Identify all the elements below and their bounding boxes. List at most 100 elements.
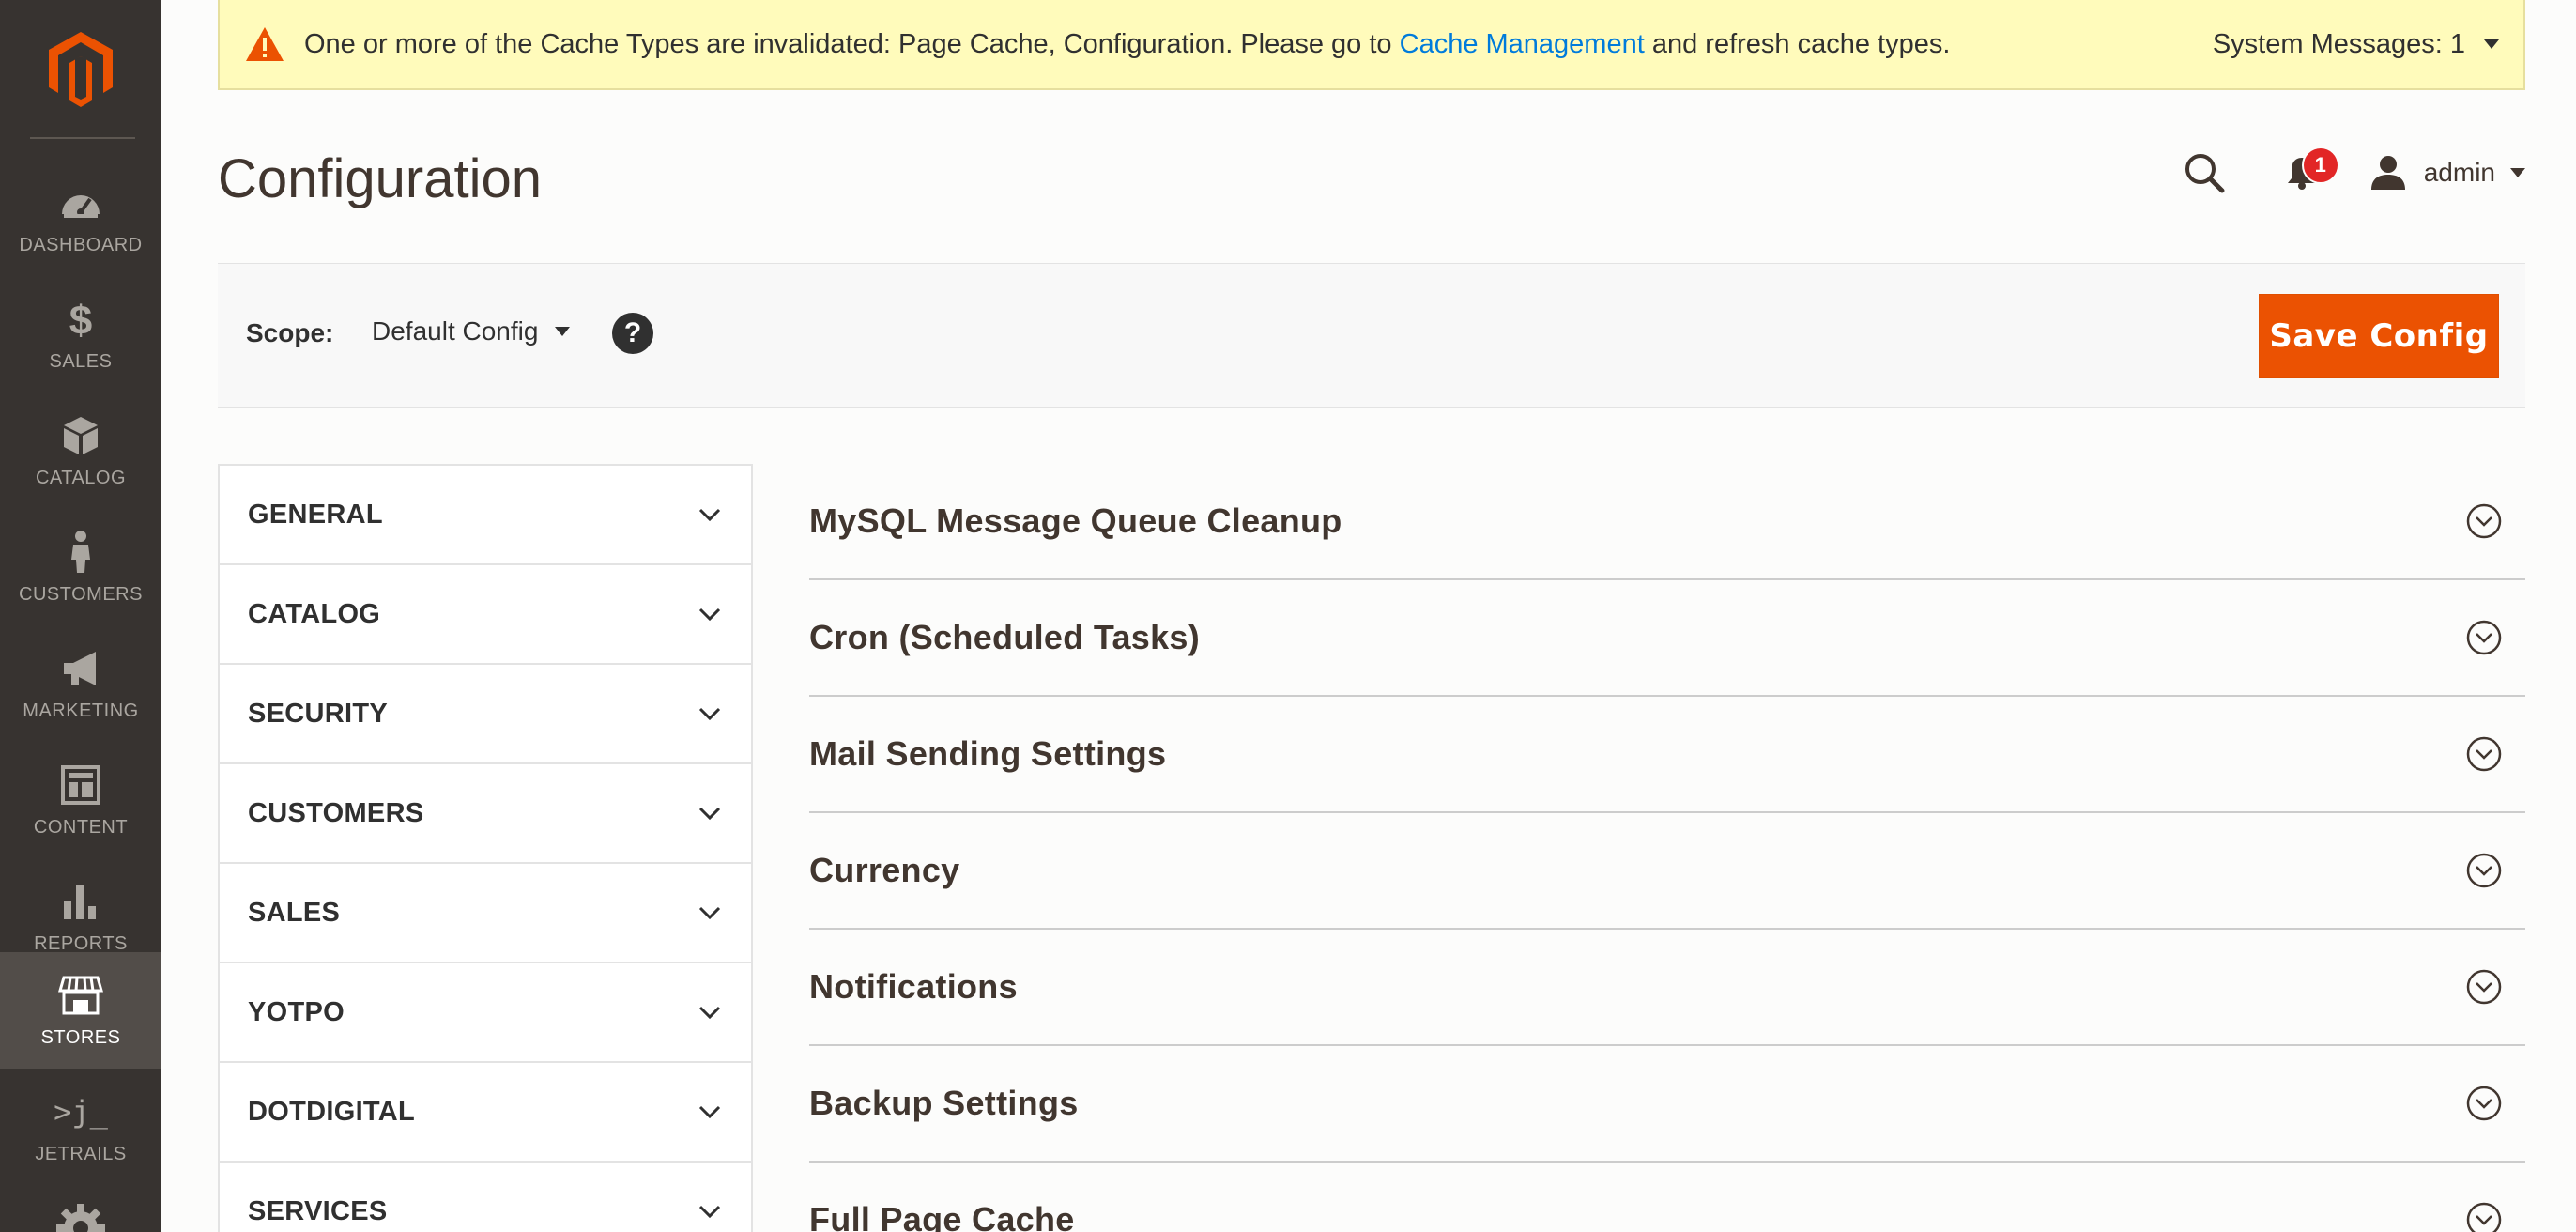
menu-item-content[interactable]: CONTENT — [0, 742, 161, 858]
expand-circle-icon — [2466, 736, 2502, 772]
megaphone-icon — [58, 646, 103, 691]
tab-label: GENERAL — [248, 499, 383, 530]
user-name: admin — [2423, 158, 2495, 187]
header-actions: 1 admin — [2178, 141, 2525, 205]
section-mysql-message-queue-cleanup[interactable]: MySQL Message Queue Cleanup — [809, 464, 2525, 580]
gear-icon[interactable] — [56, 1204, 105, 1232]
section-full-page-cache[interactable]: Full Page Cache — [809, 1163, 2525, 1232]
section-backup-settings[interactable]: Backup Settings — [809, 1046, 2525, 1163]
expand-circle-icon — [2466, 1202, 2502, 1232]
save-config-button[interactable]: Save Config — [2259, 294, 2499, 378]
page-actions-toolbar: Scope: Default Config ? Save Config — [218, 263, 2525, 408]
chevron-down-icon — [2484, 39, 2499, 49]
jetrails-glyph: >j_ — [54, 1093, 108, 1130]
chevron-down-icon — [698, 608, 721, 622]
chevron-down-icon — [698, 508, 721, 522]
config-sections: MySQL Message Queue Cleanup Cron (Schedu… — [809, 464, 2525, 1232]
tab-security[interactable]: SECURITY — [220, 665, 751, 764]
scope-switcher[interactable]: Default Config — [372, 316, 571, 346]
menu-item-stores[interactable]: STORES — [0, 952, 161, 1069]
menu-label: MARKETING — [23, 700, 139, 721]
section-title: Notifications — [809, 967, 1018, 1006]
expand-circle-icon — [2466, 853, 2502, 888]
menu-item-sales[interactable]: $ SALES — [0, 276, 161, 393]
dashboard-icon — [58, 180, 103, 225]
system-message-suffix: and refresh cache types. — [1644, 28, 1951, 59]
section-notifications[interactable]: Notifications — [809, 930, 2525, 1046]
menu-item-marketing[interactable]: MARKETING — [0, 625, 161, 742]
bar-chart-icon — [58, 879, 103, 924]
menu-item-dashboard[interactable]: DASHBOARD — [0, 160, 161, 276]
system-message-bar: One or more of the Cache Types are inval… — [218, 0, 2525, 90]
chevron-down-icon — [698, 906, 721, 920]
scope-label: Scope: — [246, 318, 334, 347]
terminal-icon: >j_ — [54, 1089, 108, 1134]
menu-divider — [30, 137, 135, 139]
chevron-down-icon — [698, 1105, 721, 1119]
menu-label: CATALOG — [35, 467, 127, 488]
chevron-down-icon — [698, 1006, 721, 1020]
menu-item-customers[interactable]: CUSTOMERS — [0, 509, 161, 625]
menu-label: STORES — [40, 1026, 121, 1048]
expand-circle-icon — [2466, 1086, 2502, 1121]
tab-label: CUSTOMERS — [248, 797, 424, 828]
menu-label: SALES — [49, 350, 113, 372]
chevron-down-icon — [555, 327, 571, 336]
help-icon[interactable]: ? — [612, 313, 653, 354]
magento-logo[interactable] — [0, 0, 161, 137]
notification-badge: 1 — [2301, 146, 2339, 184]
section-title: Full Page Cache — [809, 1200, 1075, 1232]
tab-label: SECURITY — [248, 698, 389, 729]
section-currency[interactable]: Currency — [809, 813, 2525, 930]
tab-services[interactable]: SERVICES — [220, 1163, 751, 1232]
tab-label: DOTDIGITAL — [248, 1096, 416, 1127]
storefront-icon — [58, 973, 103, 1018]
menu-item-catalog[interactable]: CATALOG — [0, 393, 161, 509]
chevron-down-icon — [698, 1205, 721, 1219]
section-title: Mail Sending Settings — [809, 734, 1167, 773]
tab-label: SERVICES — [248, 1195, 388, 1226]
dollar-icon: $ — [58, 297, 103, 342]
menu-label: DASHBOARD — [19, 234, 143, 255]
system-messages-count: System Messages: 1 — [2212, 28, 2465, 59]
chevron-down-icon — [698, 807, 721, 821]
system-message-prefix: One or more of the Cache Types are inval… — [304, 28, 1400, 59]
tab-label: YOTPO — [248, 996, 345, 1027]
section-mail-sending-settings[interactable]: Mail Sending Settings — [809, 697, 2525, 813]
config-tabs: GENERAL CATALOG SECURITY CUSTOMERS SALES… — [218, 464, 753, 1232]
search-button[interactable] — [2178, 146, 2231, 199]
section-title: Cron (Scheduled Tasks) — [809, 618, 1201, 656]
menu-label: CUSTOMERS — [19, 583, 143, 605]
user-menu[interactable]: admin — [2369, 154, 2525, 192]
menu-label: CONTENT — [33, 816, 129, 838]
chevron-down-icon — [2510, 168, 2525, 177]
admin-menu: DASHBOARD $ SALES CATALOG CUSTOMERS MARK… — [0, 0, 161, 1232]
section-title: MySQL Message Queue Cleanup — [809, 501, 1342, 540]
help-glyph: ? — [623, 317, 642, 348]
tab-label: SALES — [248, 897, 341, 928]
tab-dotdigital[interactable]: DOTDIGITAL — [220, 1063, 751, 1163]
magento-logo-icon — [49, 32, 113, 107]
tab-sales[interactable]: SALES — [220, 864, 751, 963]
search-icon — [2185, 154, 2225, 193]
user-icon — [2370, 156, 2405, 190]
tab-customers[interactable]: CUSTOMERS — [220, 764, 751, 864]
section-cron[interactable]: Cron (Scheduled Tasks) — [809, 580, 2525, 697]
expand-circle-icon — [2466, 969, 2502, 1005]
expand-circle-icon — [2466, 620, 2502, 655]
page-title: Configuration — [218, 148, 542, 209]
section-title: Currency — [809, 851, 960, 889]
chevron-down-icon — [698, 707, 721, 721]
warning-icon — [246, 27, 284, 61]
expand-circle-icon — [2466, 503, 2502, 539]
cache-management-link[interactable]: Cache Management — [1400, 29, 1645, 59]
system-messages-toggle[interactable]: System Messages: 1 — [2213, 29, 2499, 60]
tab-general[interactable]: GENERAL — [220, 466, 751, 565]
system-message-text: One or more of the Cache Types are inval… — [304, 29, 1950, 60]
section-title: Backup Settings — [809, 1084, 1079, 1122]
tab-yotpo[interactable]: YOTPO — [220, 963, 751, 1063]
notifications-button[interactable]: 1 — [2276, 146, 2339, 199]
tab-catalog[interactable]: CATALOG — [220, 565, 751, 665]
scope-value: Default Config — [372, 316, 539, 346]
menu-item-jetrails[interactable]: >j_ JETRAILS — [0, 1069, 161, 1185]
